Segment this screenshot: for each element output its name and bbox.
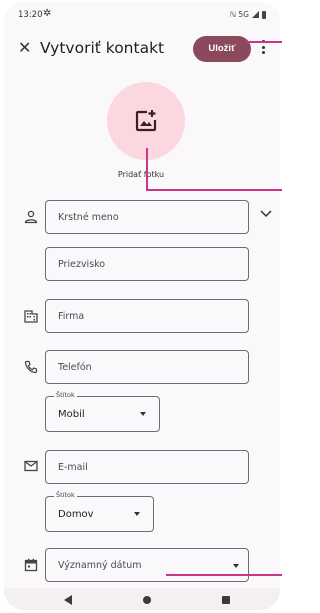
- add-photo-icon: [135, 110, 157, 132]
- home-icon[interactable]: [143, 596, 151, 604]
- phone-field[interactable]: Telefón: [45, 350, 249, 384]
- status-bar: 13:20 ✲ ℕ 5G: [4, 2, 280, 28]
- annotation-line: [146, 189, 282, 191]
- annotation-line: [246, 41, 282, 43]
- close-icon[interactable]: ✕: [18, 38, 31, 58]
- chevron-down-icon[interactable]: [260, 210, 272, 218]
- company-field[interactable]: Firma: [45, 299, 249, 333]
- status-indicators: ℕ 5G: [230, 10, 266, 19]
- annotation-line: [146, 148, 148, 191]
- calendar-icon: [24, 558, 38, 572]
- email-field[interactable]: E-mail: [45, 450, 249, 484]
- phone-label-select[interactable]: Štítok Mobil: [45, 391, 160, 432]
- phone-screen: 13:20 ✲ ℕ 5G ✕ Vytvoriť kontakt Uložiť P…: [4, 2, 280, 610]
- first-name-field[interactable]: Krstné meno: [45, 200, 249, 234]
- caret-down-icon: [140, 412, 146, 416]
- email-label-caption: Štítok: [54, 491, 77, 499]
- back-icon[interactable]: [64, 595, 72, 605]
- recents-icon[interactable]: [222, 596, 230, 604]
- last-name-field[interactable]: Priezvisko: [45, 247, 249, 281]
- add-photo-label[interactable]: Pridať fotku: [4, 170, 280, 179]
- phone-label-value: Mobil: [58, 409, 85, 420]
- person-icon: [24, 210, 38, 224]
- email-placeholder: E-mail: [58, 462, 88, 473]
- save-button[interactable]: Uložiť: [193, 36, 251, 62]
- email-label-select[interactable]: Štítok Domov: [45, 491, 154, 532]
- email-label-value: Domov: [58, 509, 94, 520]
- phone-label-caption: Štítok: [54, 391, 77, 399]
- status-time: 13:20: [18, 10, 43, 20]
- significant-date-placeholder: Významný dátum: [58, 560, 142, 571]
- page-title: Vytvoriť kontakt: [40, 39, 165, 57]
- battery-icon: [262, 10, 266, 19]
- email-icon: [24, 460, 38, 472]
- network-label: ℕ 5G: [230, 10, 249, 19]
- caret-down-icon: [233, 564, 239, 568]
- first-name-placeholder: Krstné meno: [58, 212, 119, 223]
- last-name-placeholder: Priezvisko: [58, 259, 106, 270]
- signal-icon: [252, 11, 259, 18]
- system-nav-bar: [4, 588, 280, 610]
- gear-icon: ✲: [43, 8, 52, 19]
- phone-icon: [24, 360, 38, 374]
- annotation-line: [166, 574, 282, 576]
- caret-down-icon: [134, 512, 140, 516]
- significant-date-select[interactable]: Významný dátum: [45, 548, 249, 582]
- company-placeholder: Firma: [58, 311, 85, 322]
- company-icon: [24, 310, 38, 323]
- phone-placeholder: Telefón: [58, 362, 92, 373]
